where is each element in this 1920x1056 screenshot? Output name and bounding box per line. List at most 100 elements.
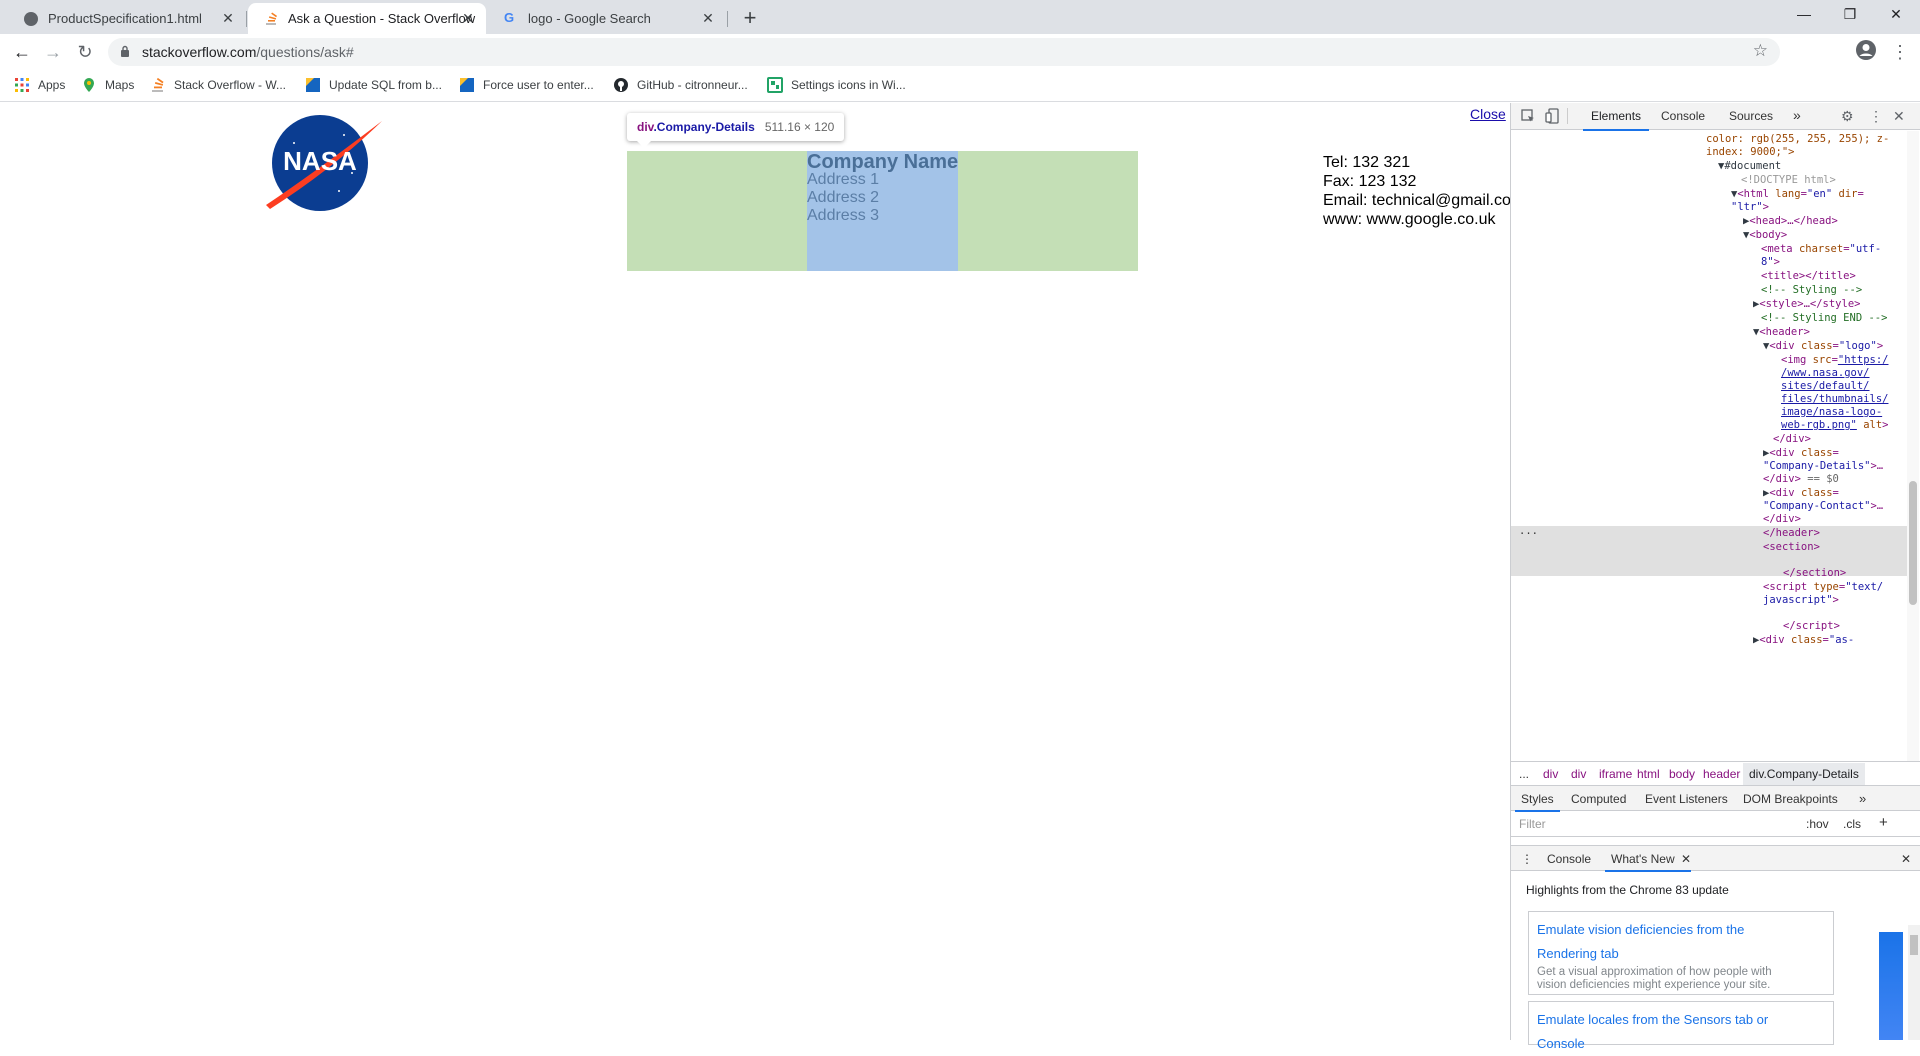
breadcrumb-item[interactable]: html — [1637, 767, 1660, 781]
breadcrumb-item[interactable]: header — [1703, 767, 1740, 781]
tooltip-class: .Company-Details — [653, 120, 755, 134]
devtools-tabbar: Elements Console Sources » ⚙ ⋮ ✕ — [1511, 103, 1920, 131]
breadcrumb-item[interactable]: div — [1543, 767, 1558, 781]
tab-computed[interactable]: Computed — [1571, 792, 1626, 806]
kebab-menu-icon[interactable]: ⋮ — [1869, 108, 1883, 125]
tab-console[interactable]: Console — [1661, 109, 1705, 123]
back-button[interactable]: ← — [10, 40, 34, 64]
scrollbar-thumb[interactable] — [1910, 935, 1918, 955]
browser-toolbar: ← → ↻ stackoverflow.com/questions/ask# ☆… — [0, 34, 1920, 70]
breadcrumb-item[interactable]: ... — [1519, 767, 1529, 781]
styles-filter-bar: Filter :hov .cls + — [1511, 811, 1920, 837]
card-description: vision deficiencies might experience you… — [1537, 979, 1771, 991]
breadcrumb: ... div div iframe html body header div.… — [1511, 761, 1920, 785]
forward-button[interactable]: → — [41, 40, 65, 64]
drawer-menu-icon[interactable]: ⋮ — [1521, 852, 1533, 866]
hov-toggle[interactable]: :hov — [1806, 817, 1829, 831]
breadcrumb-item-selected[interactable]: div.Company-Details — [1743, 763, 1865, 785]
restore-button[interactable]: ❐ — [1827, 0, 1873, 30]
close-drawer-icon[interactable]: ✕ — [1901, 852, 1911, 866]
promo-image — [1879, 932, 1903, 1040]
close-link[interactable]: Close — [1470, 106, 1506, 122]
card-title[interactable]: Console — [1537, 1032, 1825, 1056]
lock-icon — [121, 45, 129, 57]
close-devtools-icon[interactable]: ✕ — [1893, 108, 1905, 125]
minimize-button[interactable]: — — [1781, 0, 1827, 30]
card-title[interactable]: Rendering tab — [1537, 942, 1825, 966]
nasa-wordmark: NASA — [283, 146, 357, 176]
ellipsis-icon[interactable]: ··· — [1519, 526, 1538, 543]
bookmark-maps[interactable]: Maps — [81, 77, 134, 93]
card-title[interactable]: Emulate locales from the Sensors tab or — [1537, 1008, 1825, 1032]
bookmark-force-user[interactable]: Force user to enter... — [459, 77, 594, 93]
scrollbar-thumb[interactable] — [1909, 481, 1917, 605]
bookmark-label: GitHub - citronneur... — [637, 78, 748, 92]
bookmark-update-sql[interactable]: Update SQL from b... — [305, 77, 442, 93]
contact-tel: Tel: 132 321 — [1323, 154, 1411, 171]
dom-line[interactable]: ▶<div class="as- — [1753, 632, 1854, 649]
inspect-element-icon[interactable] — [1521, 109, 1535, 123]
tab-sources[interactable]: Sources — [1729, 109, 1773, 123]
address-line: Address 1 — [807, 171, 880, 188]
feature-card[interactable]: Emulate locales from the Sensors tab or … — [1528, 1001, 1834, 1051]
bookmark-label: Maps — [105, 78, 135, 92]
tab-event-listeners[interactable]: Event Listeners — [1645, 792, 1728, 806]
cls-toggle[interactable]: .cls — [1843, 817, 1861, 831]
feature-card[interactable]: Emulate vision deficiencies from the Ren… — [1528, 911, 1834, 995]
star-icon[interactable]: ☆ — [1753, 41, 1768, 61]
close-icon[interactable]: ✕ — [700, 10, 716, 27]
bookmark-github[interactable]: GitHub - citronneur... — [613, 77, 748, 93]
bookmark-label: Force user to enter... — [483, 78, 594, 92]
device-toolbar-icon[interactable] — [1545, 108, 1559, 124]
card-title[interactable]: Emulate vision deficiencies from the — [1537, 918, 1825, 942]
stackoverflow-icon — [152, 77, 164, 92]
profile-avatar[interactable] — [1854, 39, 1878, 63]
bookmark-settings-icons[interactable]: Settings icons in Wi... — [767, 77, 906, 93]
page-viewport: NASA Company Name Address 1 Address 2 Ad… — [0, 103, 1510, 1022]
tab-title: ProductSpecification1.html — [48, 11, 202, 26]
breadcrumb-item[interactable]: iframe — [1599, 767, 1632, 781]
gear-icon[interactable]: ⚙ — [1841, 108, 1854, 125]
dom-vertical-scrollbar[interactable] — [1907, 131, 1919, 761]
window-close-button[interactable]: ✕ — [1873, 0, 1919, 30]
breadcrumb-item[interactable]: div — [1571, 767, 1586, 781]
address-bar[interactable]: stackoverflow.com/questions/ask# ☆ — [108, 38, 1780, 66]
bookmark-blue-icon — [460, 78, 474, 92]
google-icon: G — [504, 10, 515, 25]
bookmark-apps[interactable]: Apps — [14, 77, 65, 93]
tab-dom-breakpoints[interactable]: DOM Breakpoints — [1743, 792, 1838, 806]
tab-ask-question[interactable]: Ask a Question - Stack Overflow ✕ — [248, 3, 486, 34]
browser-menu-icon[interactable]: ⋮ — [1888, 40, 1912, 64]
more-tabs-icon[interactable]: » — [1793, 107, 1801, 123]
bookmark-label: Update SQL from b... — [329, 78, 442, 92]
close-icon[interactable]: ✕ — [460, 10, 476, 27]
address-line: Address 2 — [807, 189, 880, 206]
reload-button[interactable]: ↻ — [73, 40, 97, 64]
close-icon[interactable]: ✕ — [1681, 852, 1691, 866]
filter-input[interactable]: Filter — [1519, 817, 1546, 831]
close-icon[interactable]: ✕ — [220, 10, 236, 27]
devtools-drawer: ⋮ Console What's New ✕ ✕ Highlights from… — [1511, 837, 1920, 1051]
tab-elements[interactable]: Elements — [1582, 109, 1650, 131]
dom-tree: ··· color: rgb(255, 255, 255); z- index:… — [1511, 131, 1907, 761]
bookmark-label: Settings icons in Wi... — [791, 78, 906, 92]
drawer-scrollbar[interactable] — [1908, 925, 1920, 1040]
tab-product-specification[interactable]: ProductSpecification1.html ✕ — [8, 3, 246, 34]
breadcrumb-item[interactable]: body — [1669, 767, 1695, 781]
contact-email: Email: technical@gmail.co — [1323, 192, 1510, 209]
drawer-tab-console[interactable]: Console — [1547, 852, 1591, 866]
devtools-panel: Elements Console Sources » ⚙ ⋮ ✕ ··· col… — [1510, 103, 1920, 1051]
tooltip-size: 511.16 × 120 — [764, 120, 835, 134]
dom-line[interactable]: <section> — [1763, 539, 1820, 556]
tab-styles[interactable]: Styles — [1515, 792, 1560, 812]
bookmark-stackoverflow[interactable]: Stack Overflow - W... — [150, 77, 286, 93]
add-rule-icon[interactable]: + — [1879, 814, 1888, 831]
tab-strip: ProductSpecification1.html ✕ Ask a Quest… — [0, 0, 1920, 34]
contact-fax: Fax: 123 132 — [1323, 173, 1417, 190]
bookmarks-bar: Apps Maps Stack Overflow - W... Update S… — [0, 70, 1920, 102]
address-line: Address 3 — [807, 207, 880, 224]
more-tabs-icon[interactable]: » — [1859, 791, 1866, 806]
tab-google-search[interactable]: G logo - Google Search ✕ — [488, 3, 726, 34]
drawer-tab-whats-new[interactable]: What's New — [1605, 852, 1691, 872]
new-tab-button[interactable]: + — [738, 5, 762, 31]
